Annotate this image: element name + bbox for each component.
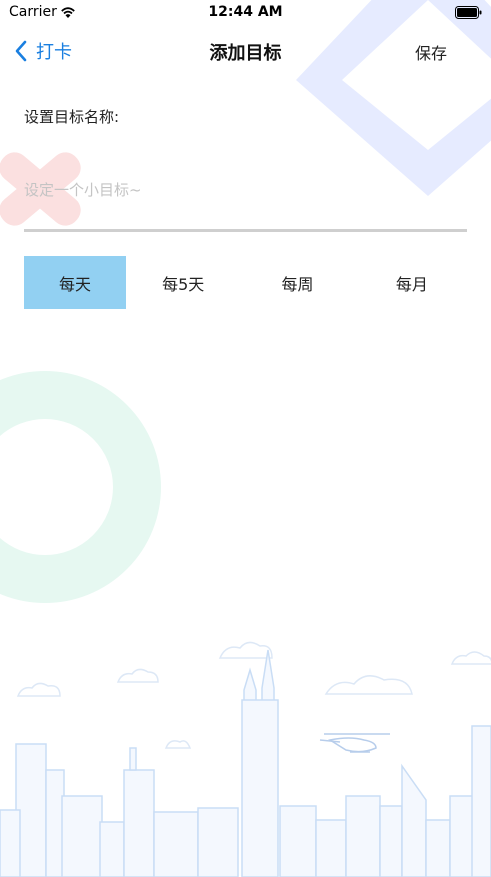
goal-name-label: 设置目标名称: <box>24 108 120 126</box>
frequency-option-monthly[interactable]: 每月 <box>355 256 469 309</box>
status-bar: Carrier 12:44 AM <box>0 0 491 26</box>
status-time: 12:44 AM <box>208 4 283 20</box>
background-decoration <box>0 0 491 877</box>
skyline-decoration <box>0 649 491 877</box>
goal-name-input[interactable] <box>24 172 467 208</box>
frequency-option-daily[interactable]: 每天 <box>24 256 126 309</box>
input-underline <box>24 229 467 232</box>
cloud-decoration <box>16 641 491 749</box>
frequency-option-weekly[interactable]: 每周 <box>240 256 354 309</box>
nav-bar: 打卡 添加目标 保存 <box>0 26 491 76</box>
save-button[interactable]: 保存 <box>400 40 462 64</box>
frequency-option-every-5-days[interactable]: 每5天 <box>126 256 240 309</box>
battery-icon <box>455 6 482 19</box>
ring-decoration <box>0 371 161 603</box>
helicopter-decoration <box>319 733 390 753</box>
frequency-selector: 每天 每5天 每周 每月 <box>24 256 469 309</box>
